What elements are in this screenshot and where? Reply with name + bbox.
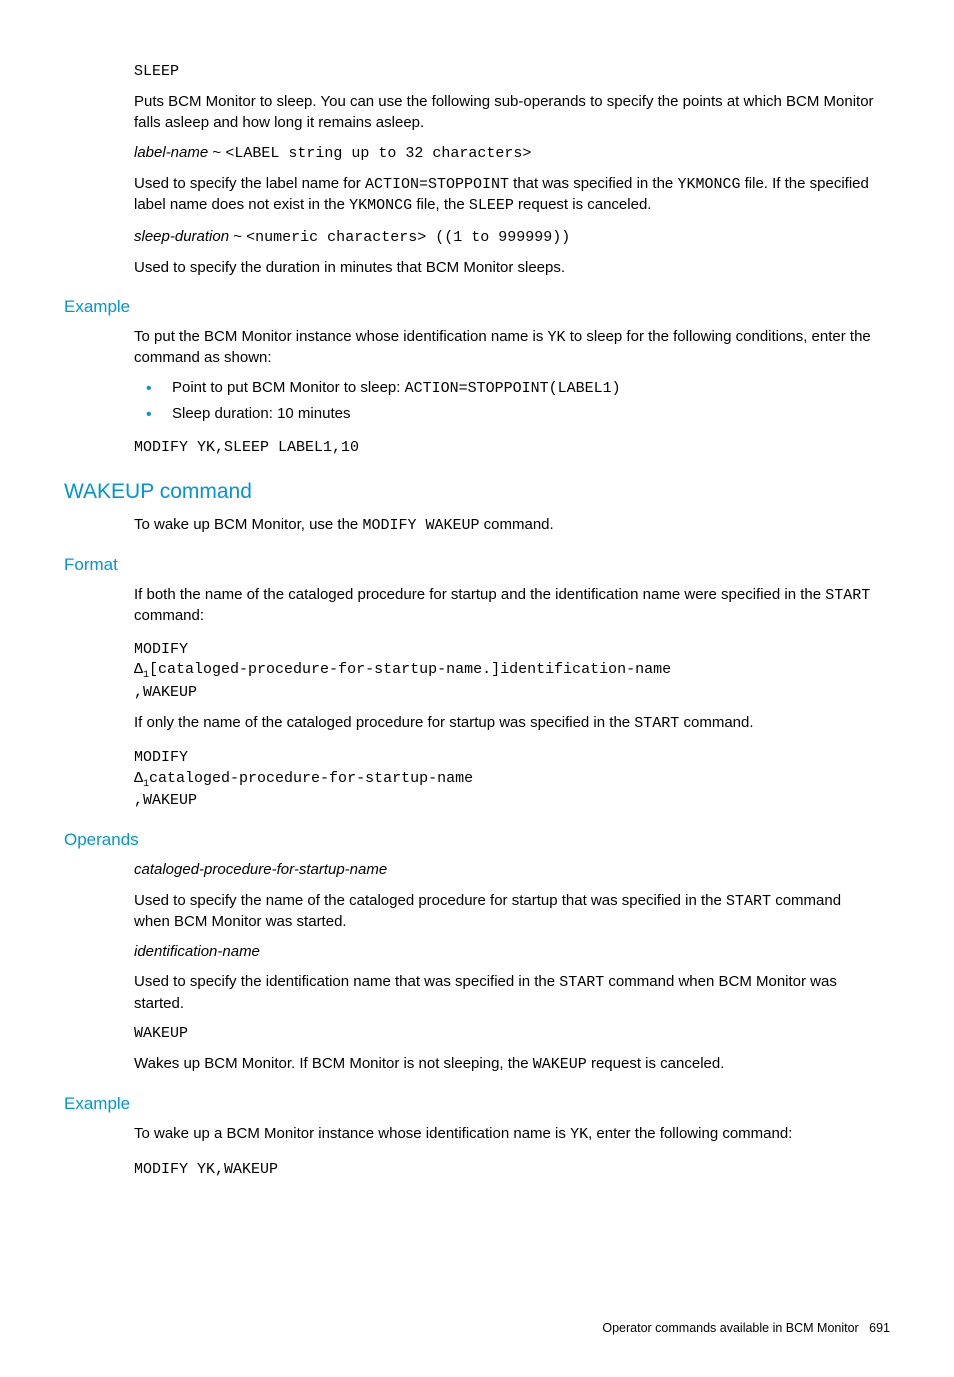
operands-heading: Operands — [64, 829, 890, 852]
operand-desc: Used to specify the name of the cataloge… — [134, 891, 880, 933]
sleep-section: SLEEP Puts BCM Monitor to sleep. You can… — [134, 62, 880, 278]
operands-content: cataloged-procedure-for-startup-name Use… — [134, 860, 880, 1075]
footer-text: Operator commands available in BCM Monit… — [602, 1321, 858, 1335]
example1-content: To put the BCM Monitor instance whose id… — [134, 327, 880, 458]
list-item: Point to put BCM Monitor to sleep: ACTIO… — [134, 378, 880, 399]
page-number: 691 — [869, 1321, 890, 1335]
sleep-duration-line: sleep-duration ~ <numeric characters> ((… — [134, 227, 880, 248]
operand-term: WAKEUP — [134, 1024, 880, 1044]
sleep-duration-desc: Used to specify the duration in minutes … — [134, 258, 880, 278]
sleep-duration-value: <numeric characters> ((1 to 999999)) — [246, 229, 570, 246]
tilde: ~ — [208, 144, 225, 161]
example1-intro: To put the BCM Monitor instance whose id… — [134, 327, 880, 369]
list-item: Sleep duration: 10 minutes — [134, 404, 880, 424]
format-p2: If only the name of the cataloged proced… — [134, 713, 880, 734]
sleep-description: Puts BCM Monitor to sleep. You can use t… — [134, 92, 880, 133]
format-code2: MODIFY Δ1cataloged-procedure-for-startup… — [134, 748, 880, 811]
format-content: If both the name of the cataloged proced… — [134, 585, 880, 812]
format-code1: MODIFY Δ1[cataloged-procedure-for-startu… — [134, 640, 880, 703]
sleep-duration-term: sleep-duration — [134, 228, 229, 245]
page-footer: Operator commands available in BCM Monit… — [64, 1320, 890, 1337]
operand-desc: Wakes up BCM Monitor. If BCM Monitor is … — [134, 1054, 880, 1075]
sleep-keyword: SLEEP — [134, 62, 880, 82]
format-p1: If both the name of the cataloged proced… — [134, 585, 880, 627]
wakeup-intro: To wake up BCM Monitor, use the MODIFY W… — [134, 515, 880, 536]
operand-term: identification-name — [134, 942, 880, 962]
label-name-desc: Used to specify the label name for ACTIO… — [134, 174, 880, 217]
format-heading: Format — [64, 554, 890, 577]
wakeup-heading: WAKEUP command — [64, 478, 890, 506]
example2-intro: To wake up a BCM Monitor instance whose … — [134, 1124, 880, 1145]
example-heading: Example — [64, 296, 890, 319]
label-name-term: label-name — [134, 144, 208, 161]
example1-code: MODIFY YK,SLEEP LABEL1,10 — [134, 438, 880, 458]
example-heading: Example — [64, 1093, 890, 1116]
example2-content: To wake up a BCM Monitor instance whose … — [134, 1124, 880, 1180]
label-name-line: label-name ~ <LABEL string up to 32 char… — [134, 143, 880, 164]
operand-desc: Used to specify the identification name … — [134, 972, 880, 1014]
label-name-value: <LABEL string up to 32 characters> — [225, 145, 531, 162]
operand-term: cataloged-procedure-for-startup-name — [134, 860, 880, 880]
example2-code: MODIFY YK,WAKEUP — [134, 1160, 880, 1180]
example1-bullets: Point to put BCM Monitor to sleep: ACTIO… — [134, 378, 880, 424]
